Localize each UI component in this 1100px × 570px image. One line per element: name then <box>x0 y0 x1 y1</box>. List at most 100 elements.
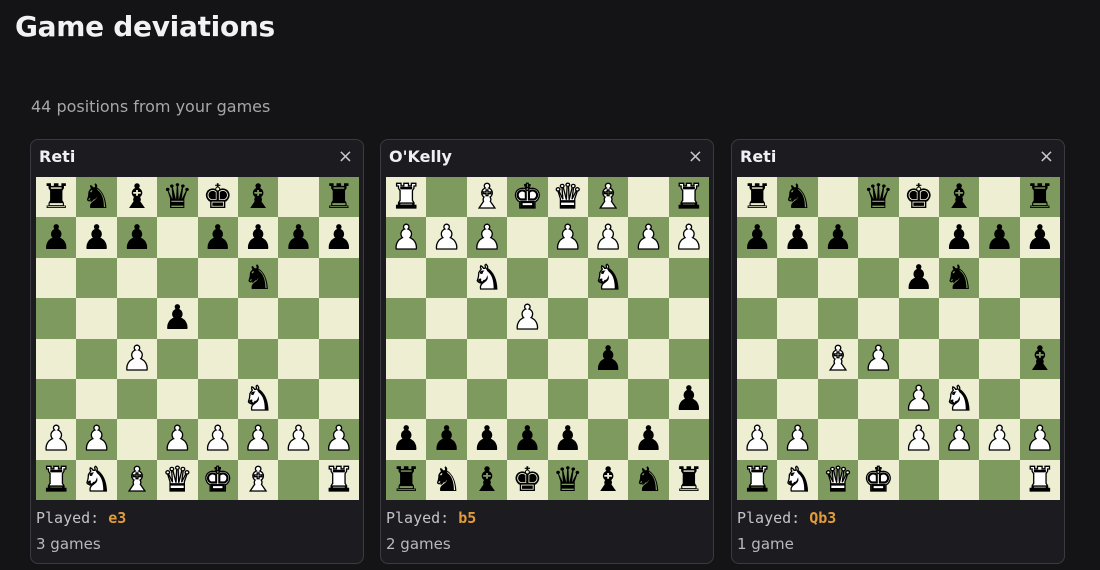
white-pawn-icon[interactable]: ♟ <box>862 341 894 376</box>
white-bishop-icon[interactable]: ♝ <box>592 180 624 215</box>
close-icon[interactable]: × <box>338 147 353 167</box>
board-square[interactable]: ♚ <box>507 177 548 218</box>
white-knight-icon[interactable]: ♞ <box>592 260 624 295</box>
white-pawn-icon[interactable]: ♟ <box>984 422 1016 457</box>
board-square[interactable] <box>36 378 77 420</box>
board-square[interactable] <box>318 298 359 339</box>
black-pawn-icon[interactable]: ♟ <box>742 221 772 255</box>
board-square[interactable] <box>817 378 859 420</box>
board-square[interactable] <box>116 298 158 339</box>
board-square[interactable]: ♟ <box>668 217 709 258</box>
board-square[interactable]: ♞ <box>237 378 279 420</box>
board-square[interactable] <box>197 257 238 299</box>
board-square[interactable]: ♚ <box>858 459 899 500</box>
white-rook-icon[interactable]: ♜ <box>40 462 72 497</box>
white-pawn-icon[interactable]: ♟ <box>903 422 935 457</box>
black-pawn-icon[interactable]: ♟ <box>122 221 152 255</box>
board-square[interactable]: ♟ <box>1019 217 1060 258</box>
board-square[interactable] <box>979 257 1020 299</box>
board-square[interactable]: ♚ <box>197 459 238 500</box>
board-square[interactable] <box>426 378 467 420</box>
black-rook-icon[interactable]: ♜ <box>391 463 421 497</box>
board-square[interactable]: ♜ <box>1019 177 1060 218</box>
board-square[interactable]: ♟ <box>817 217 859 258</box>
board-square[interactable]: ♟ <box>386 217 427 258</box>
white-pawn-icon[interactable]: ♟ <box>511 301 543 336</box>
board-square[interactable]: ♟ <box>938 217 980 258</box>
board-square[interactable] <box>587 378 629 420</box>
black-pawn-icon[interactable]: ♟ <box>944 221 974 255</box>
board-square[interactable]: ♟ <box>1019 419 1060 460</box>
board-square[interactable] <box>278 378 319 420</box>
board-square[interactable] <box>157 217 198 258</box>
board-square[interactable] <box>547 298 588 339</box>
white-pawn-icon[interactable]: ♟ <box>431 220 463 255</box>
board-square[interactable] <box>979 338 1020 379</box>
white-knight-icon[interactable]: ♞ <box>943 381 975 416</box>
white-pawn-icon[interactable]: ♟ <box>323 422 355 457</box>
board-square[interactable]: ♛ <box>547 459 588 500</box>
board-square[interactable] <box>386 378 427 420</box>
board-square[interactable]: ♟ <box>668 378 709 420</box>
white-king-icon[interactable]: ♚ <box>862 462 894 497</box>
black-rook-icon[interactable]: ♜ <box>674 463 704 497</box>
board-square[interactable]: ♟ <box>507 298 548 339</box>
board-square[interactable] <box>197 298 238 339</box>
black-pawn-icon[interactable]: ♟ <box>324 221 354 255</box>
board-square[interactable] <box>116 257 158 299</box>
board-square[interactable] <box>628 378 669 420</box>
board-square[interactable]: ♟ <box>547 217 588 258</box>
board-square[interactable] <box>777 338 818 379</box>
board-square[interactable]: ♞ <box>76 459 117 500</box>
black-bishop-icon[interactable]: ♝ <box>243 180 273 214</box>
white-pawn-icon[interactable]: ♟ <box>552 220 584 255</box>
board-square[interactable]: ♟ <box>76 217 117 258</box>
board-square[interactable]: ♟ <box>628 419 669 460</box>
board-square[interactable]: ♟ <box>237 419 279 460</box>
board-square[interactable] <box>587 298 629 339</box>
black-knight-icon[interactable]: ♞ <box>81 180 111 214</box>
board-square[interactable]: ♟ <box>466 419 508 460</box>
board-square[interactable] <box>466 338 508 379</box>
board-square[interactable]: ♟ <box>898 419 939 460</box>
board-square[interactable] <box>817 177 859 218</box>
board-square[interactable]: ♟ <box>197 217 238 258</box>
board-square[interactable]: ♟ <box>116 338 158 379</box>
board-square[interactable]: ♞ <box>938 257 980 299</box>
board-square[interactable]: ♜ <box>668 459 709 500</box>
board-square[interactable] <box>116 378 158 420</box>
board-square[interactable] <box>587 419 629 460</box>
board-square[interactable] <box>737 257 778 299</box>
white-pawn-icon[interactable]: ♟ <box>202 422 234 457</box>
black-queen-icon[interactable]: ♛ <box>162 180 192 214</box>
board-square[interactable] <box>386 257 427 299</box>
white-knight-icon[interactable]: ♞ <box>782 462 814 497</box>
board-square[interactable] <box>628 257 669 299</box>
white-pawn-icon[interactable]: ♟ <box>242 422 274 457</box>
white-bishop-icon[interactable]: ♝ <box>242 462 274 497</box>
board-square[interactable]: ♝ <box>116 177 158 218</box>
board-square[interactable] <box>668 338 709 379</box>
board-square[interactable] <box>898 459 939 500</box>
board-square[interactable]: ♜ <box>386 459 427 500</box>
board-square[interactable] <box>157 378 198 420</box>
chess-board[interactable]: ♜ ♞ ♛ ♚ ♝ ♜ ♟ ♟ ♟ ♟ ♟ ♟ ♟ ♞ ♝ ♟ ♝ ♟ ♞ ♟ ♟ ♟ ♟ ♟ ♟ ♜ ♞ ♛ ♚ ♜ <box>737 177 1060 500</box>
board-square[interactable]: ♞ <box>426 459 467 500</box>
board-square[interactable] <box>858 217 899 258</box>
black-knight-icon[interactable]: ♞ <box>633 463 663 497</box>
black-pawn-icon[interactable]: ♟ <box>472 422 502 456</box>
board-square[interactable] <box>76 378 117 420</box>
chess-board[interactable]: ♜ ♝ ♚ ♛ ♝ ♜ ♟ ♟ ♟ ♟ ♟ ♟ ♟ ♞ ♞ ♟ ♟ ♟ ♟ ♟ ♟ ♟ ♟ ♟ ♜ ♞ ♝ ♚ ♛ ♝ ♞ ♜ <box>386 177 709 500</box>
board-square[interactable] <box>278 338 319 379</box>
close-icon[interactable]: × <box>1039 147 1054 167</box>
white-pawn-icon[interactable]: ♟ <box>81 422 113 457</box>
board-square[interactable] <box>938 298 980 339</box>
black-pawn-icon[interactable]: ♟ <box>41 221 71 255</box>
board-square[interactable]: ♟ <box>858 338 899 379</box>
white-bishop-icon[interactable]: ♝ <box>121 462 153 497</box>
board-square[interactable] <box>668 257 709 299</box>
board-square[interactable]: ♟ <box>426 217 467 258</box>
black-pawn-icon[interactable]: ♟ <box>903 261 933 295</box>
black-pawn-icon[interactable]: ♟ <box>512 422 542 456</box>
board-square[interactable] <box>979 298 1020 339</box>
